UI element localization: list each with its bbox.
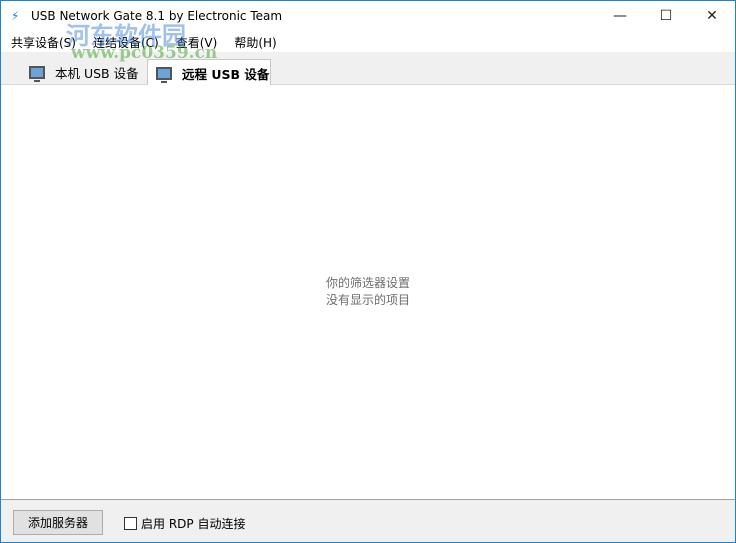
add-server-button[interactable]: 添加服务器 xyxy=(13,510,103,535)
menu-connect[interactable]: 连结设备(C) xyxy=(89,31,166,52)
tab-label: 远程 USB 设备 xyxy=(182,66,270,82)
empty-message: 你的筛选器设置 没有显示的项目 xyxy=(1,275,735,309)
rdp-auto-connect-checkbox[interactable]: 启用 RDP 自动连接 xyxy=(124,515,245,532)
bottom-bar: 添加服务器 启用 RDP 自动连接 xyxy=(1,499,735,542)
menu-view[interactable]: 查看(V) xyxy=(172,31,225,52)
tab-label: 本机 USB 设备 xyxy=(55,65,139,81)
minimize-button[interactable]: — xyxy=(597,1,643,31)
tab-remote-usb[interactable]: 远程 USB 设备 xyxy=(147,59,271,86)
menu-share[interactable]: 共享设备(S) xyxy=(7,31,83,52)
app-window: ⚡ USB Network Gate 8.1 by Electronic Tea… xyxy=(0,0,736,543)
checkbox-box[interactable] xyxy=(124,517,137,530)
tab-strip: 本机 USB 设备 远程 USB 设备 xyxy=(1,52,735,86)
device-list: 你的筛选器设置 没有显示的项目 xyxy=(1,85,735,499)
menu-bar: 共享设备(S) 连结设备(C) 查看(V) 帮助(H) xyxy=(1,31,735,52)
close-button[interactable]: ✕ xyxy=(689,1,735,31)
checkbox-label: 启用 RDP 自动连接 xyxy=(141,517,246,531)
tab-local-usb[interactable]: 本机 USB 设备 xyxy=(11,59,151,85)
empty-line-1: 你的筛选器设置 xyxy=(325,276,410,290)
title-bar: ⚡ USB Network Gate 8.1 by Electronic Tea… xyxy=(1,1,735,31)
usb-app-icon: ⚡ xyxy=(11,9,20,23)
computer-icon xyxy=(29,65,45,82)
empty-line-2: 没有显示的项目 xyxy=(325,293,410,307)
monitor-icon xyxy=(156,66,172,83)
window-title: USB Network Gate 8.1 by Electronic Team xyxy=(31,9,283,23)
menu-help[interactable]: 帮助(H) xyxy=(230,31,283,52)
maximize-button[interactable]: ☐ xyxy=(643,1,689,31)
